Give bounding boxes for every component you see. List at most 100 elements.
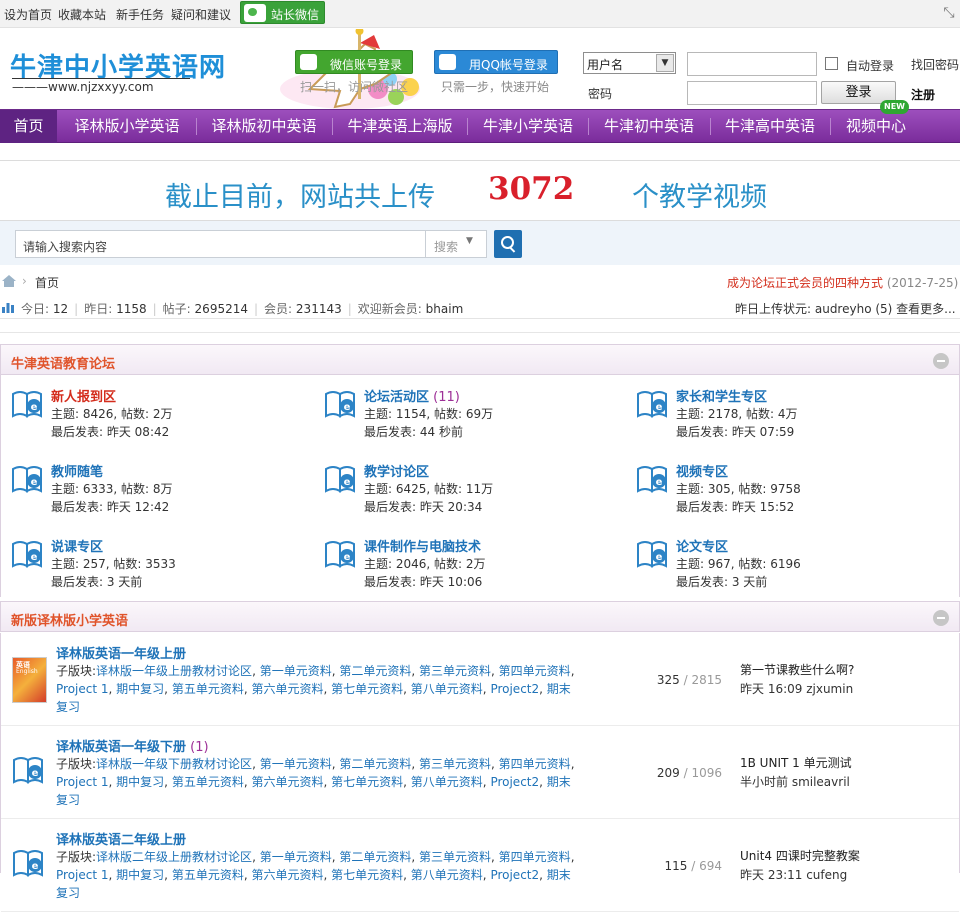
forum-name-link[interactable]: 说课专区 [51,536,103,555]
subforum-link[interactable]: 第二单元资料 [339,664,411,678]
subforum-link[interactable]: 第八单元资料 [411,868,483,882]
subforum-link[interactable]: 期中复习 [116,682,164,696]
subforum-link[interactable]: 第二单元资料 [339,850,411,864]
auto-login-checkbox[interactable] [825,57,838,70]
wechat-login-button[interactable]: 微信账号登录 [295,50,413,74]
forum-name-link[interactable]: 译林版英语一年级下册 (1) [56,736,209,755]
newbie-tasks-link[interactable]: 新手任务 [116,6,164,23]
search-type-select[interactable]: 搜索 ▼ [426,230,487,258]
subforum-link[interactable]: 第四单元资料 [499,850,571,864]
subforum-link[interactable]: 第五单元资料 [172,775,244,789]
forum-name-link[interactable]: 新人报到区 [51,386,116,405]
forgot-password-link[interactable]: 找回密码 [911,56,959,73]
svg-text:e: e [32,861,39,872]
subforum-link[interactable]: 第五单元资料 [172,682,244,696]
bookmark-link[interactable]: 收藏本站 [58,6,106,23]
register-link[interactable]: 注册 [911,86,935,103]
login-type-select[interactable]: 用户名 ▼ [583,52,676,74]
forum-book-icon[interactable]: e [636,388,668,418]
breadcrumb-current[interactable]: 首页 [35,274,59,291]
forum-book-icon[interactable]: e [324,388,356,418]
subforum-link[interactable]: 第三单元资料 [419,757,491,771]
nav-item-home[interactable]: 首页 [0,110,57,143]
subforum-link[interactable]: Project2 [490,682,539,696]
subforum-link[interactable]: 译林版二年级上册教材讨论区 [96,850,252,864]
subforum-link[interactable]: Project2 [490,868,539,882]
nav-item-yilin-primary[interactable]: 译林版小学英语 [63,110,191,143]
forum-book-icon[interactable]: e [11,538,43,568]
subforum-link[interactable]: 第五单元资料 [172,868,244,882]
subforum-link[interactable]: 第三单元资料 [419,850,491,864]
subforum-link[interactable]: 第六单元资料 [251,682,323,696]
subforum-link[interactable]: 译林版一年级上册教材讨论区 [96,664,252,678]
subforum-link[interactable]: 第六单元资料 [251,868,323,882]
qq-login-button[interactable]: 用QQ帐号登录 [434,50,558,74]
username-input[interactable] [687,52,817,76]
nav-item-oxford-junior[interactable]: 牛津初中英语 [593,110,705,143]
forum-name-link[interactable]: 论坛活动区 (11) [364,386,460,405]
forum-book-icon[interactable]: e [11,388,43,418]
subforum-link[interactable]: Project 1 [56,775,109,789]
forum-name-link[interactable]: 课件制作与电脑技术 [364,536,481,555]
forum-name-link[interactable]: 译林版英语一年级上册 [56,643,186,662]
forum-name-link[interactable]: 教师随笔 [51,461,103,480]
subforum-link[interactable]: 期中复习 [116,775,164,789]
subforum-link[interactable]: Project 1 [56,868,109,882]
last-post-title-link[interactable]: 第一节课教些什么啊? [740,661,854,678]
nav-item-video-center[interactable]: 视频中心 [835,110,917,143]
subforum-link[interactable]: 译林版一年级下册教材讨论区 [96,757,252,771]
textbook-cover-image[interactable]: 英语 English [12,657,47,703]
section-title[interactable]: 牛津英语教育论坛 [11,353,115,372]
subforum-link[interactable]: 第七单元资料 [331,868,403,882]
fullscreen-toggle-icon[interactable]: ⤡ [941,5,957,21]
forum-book-icon[interactable]: e [636,538,668,568]
section-title[interactable]: 新版译林版小学英语 [11,610,128,629]
subforum-link[interactable]: 第一单元资料 [260,664,332,678]
last-post-title-link[interactable]: Unit4 四课时完整教案 [740,847,860,864]
forum-name-link[interactable]: 视频专区 [676,461,728,480]
forum-book-icon[interactable]: e [12,754,44,784]
newest-member-link[interactable]: bhaim [426,302,464,316]
collapse-icon[interactable] [933,610,949,626]
forum-name-link[interactable]: 论文专区 [676,536,728,555]
last-post-title-link[interactable]: 1B UNIT 1 单元测试 [740,754,852,771]
subforum-link[interactable]: 第八单元资料 [411,775,483,789]
search-icon[interactable] [494,230,522,258]
forum-name-link[interactable]: 教学讨论区 [364,461,429,480]
stat-members: 231143 [295,302,342,316]
forum-last-post: 最后发表: 昨天 07:59 [676,425,795,439]
forum-name-link[interactable]: 家长和学生专区 [676,386,767,405]
subforum-link[interactable]: 第一单元资料 [260,757,332,771]
feedback-link[interactable]: 疑问和建议 [171,6,231,23]
forum-book-icon[interactable]: e [324,463,356,493]
subforum-link[interactable]: 第七单元资料 [331,682,403,696]
subforum-link[interactable]: 第八单元资料 [411,682,483,696]
nav-item-oxford-senior[interactable]: 牛津高中英语 [714,110,826,143]
collapse-icon[interactable] [933,353,949,369]
home-icon[interactable] [2,275,16,287]
subforum-link[interactable]: Project2 [490,775,539,789]
forum-name-link[interactable]: 译林版英语二年级上册 [56,829,186,848]
forum-book-icon[interactable]: e [324,538,356,568]
subforum-link[interactable]: 第六单元资料 [251,775,323,789]
subforum-link[interactable]: 第一单元资料 [260,850,332,864]
top-uploader-text[interactable]: 昨日上传状元: audreyho (5) 查看更多... [735,300,956,317]
subforum-link[interactable]: 第四单元资料 [499,664,571,678]
nav-item-oxford-shanghai[interactable]: 牛津英语上海版 [337,110,463,143]
subforum-link[interactable]: 第三单元资料 [419,664,491,678]
nav-item-yilin-junior[interactable]: 译林版初中英语 [200,110,328,143]
nav-item-oxford-primary[interactable]: 牛津小学英语 [472,110,584,143]
forum-book-icon[interactable]: e [11,463,43,493]
subforum-link[interactable]: 第二单元资料 [339,757,411,771]
subforum-link[interactable]: Project 1 [56,682,109,696]
forum-book-icon[interactable]: e [636,463,668,493]
password-input[interactable] [687,81,817,105]
subforum-link[interactable]: 第四单元资料 [499,757,571,771]
search-input[interactable]: 请输入搜索内容 [15,230,426,258]
set-homepage-link[interactable]: 设为首页 [4,6,52,23]
subforum-link[interactable]: 第七单元资料 [331,775,403,789]
forum-last-post: 最后发表: 3 天前 [676,575,768,589]
admin-wechat-button[interactable]: 站长微信 [240,1,325,24]
subforum-link[interactable]: 期中复习 [116,868,164,882]
announcement[interactable]: 成为论坛正式会员的四种方式 (2012-7-25) [727,274,958,291]
